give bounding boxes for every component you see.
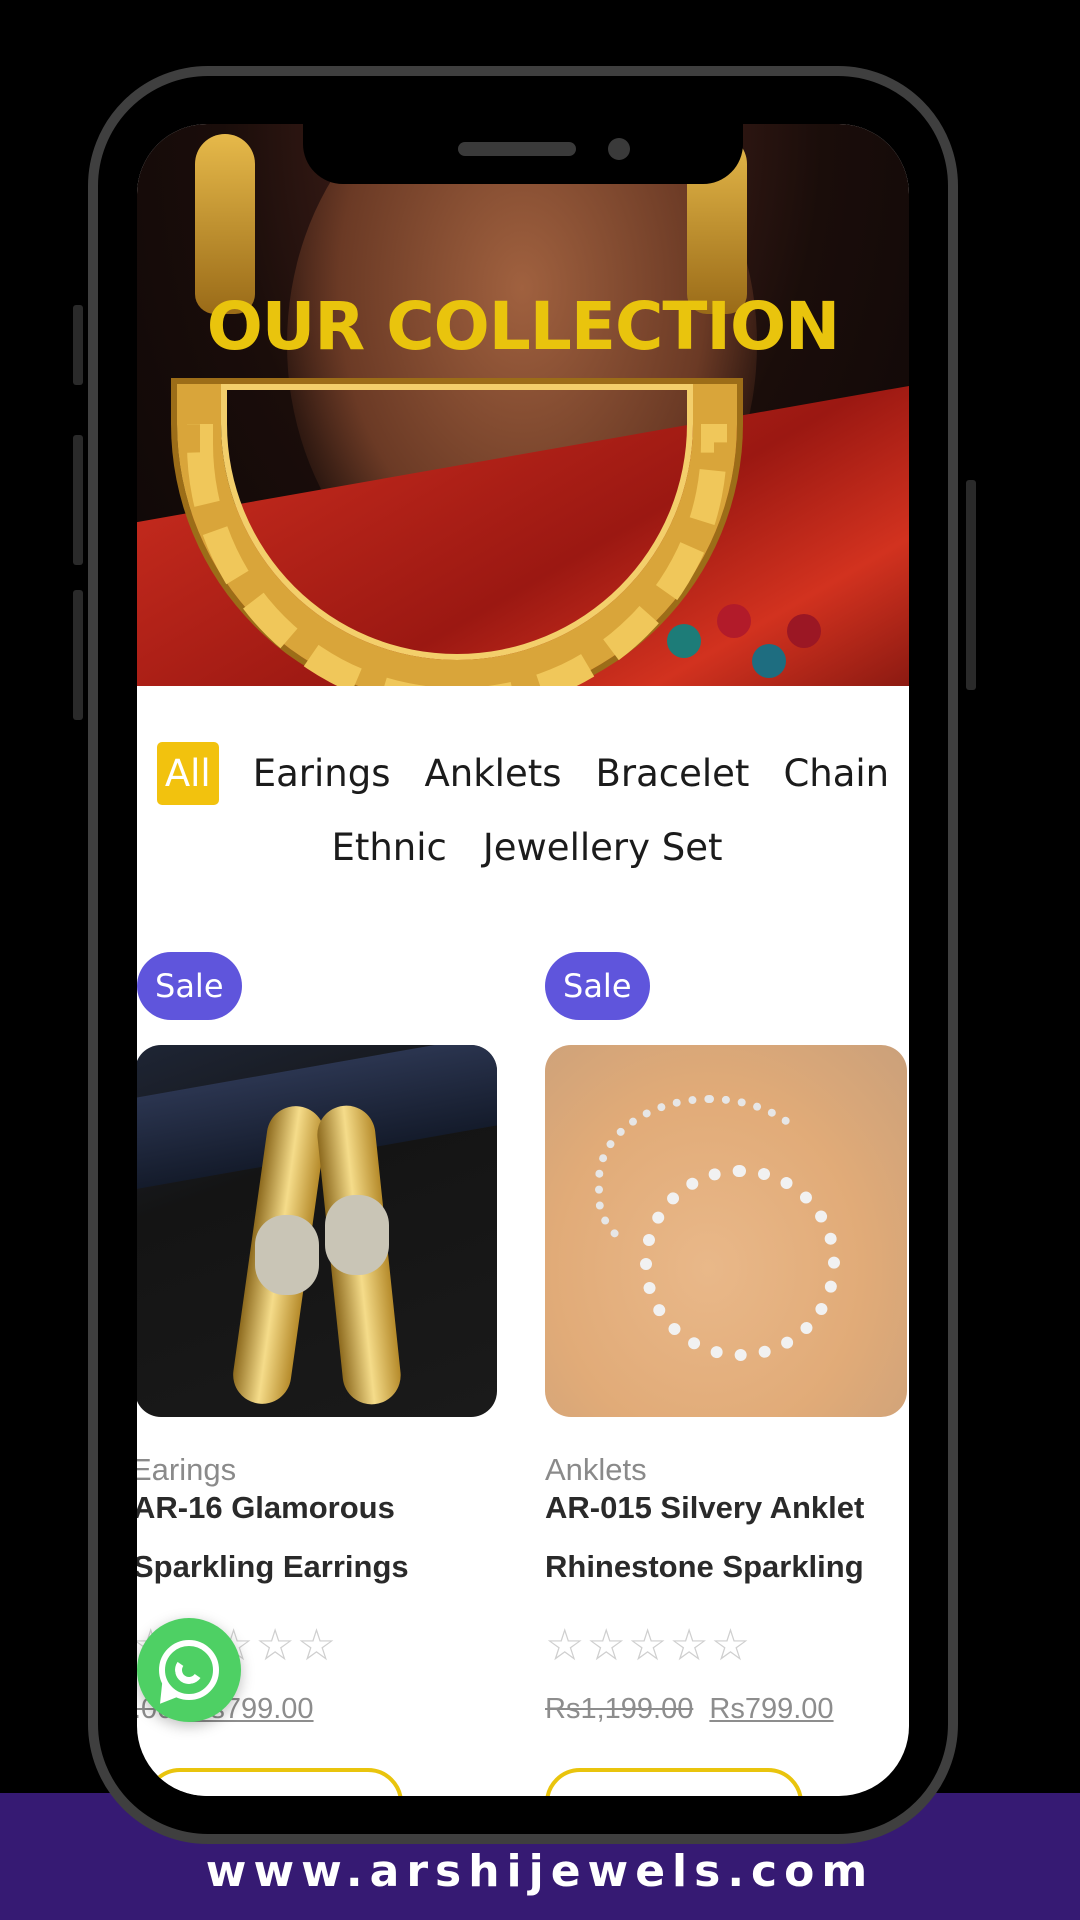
phone-side-button: [73, 590, 83, 720]
filter-anklets[interactable]: Anklets: [424, 755, 561, 792]
add-to-cart-button[interactable]: [145, 1768, 403, 1796]
product-image[interactable]: [545, 1045, 907, 1417]
filter-earings[interactable]: Earings: [253, 755, 391, 792]
earring-glitter: [255, 1215, 319, 1295]
product-name[interactable]: AR-015 Silvery Anklet Rhinestone Sparkli…: [545, 1478, 905, 1596]
gem: [787, 614, 821, 648]
rating-stars: ☆☆☆☆☆: [545, 1621, 753, 1670]
hero-earring-left: [195, 134, 255, 314]
camera-icon: [608, 138, 630, 160]
page-title: OUR COLLECTION: [206, 288, 841, 365]
price-new: Rs799.00: [709, 1693, 834, 1725]
filter-jewellery-set[interactable]: Jewellery Set: [483, 829, 723, 866]
phone-side-button: [73, 305, 83, 385]
phone-screen: OUR COLLECTION All Earings Anklets Brace…: [137, 124, 909, 1796]
product-image[interactable]: [137, 1045, 497, 1417]
phone-power-button: [966, 480, 976, 690]
gem: [752, 644, 786, 678]
phone-notch: [303, 124, 743, 184]
phone-side-button: [73, 435, 83, 565]
product-name-line: AR-015 Silvery Anklet: [545, 1490, 865, 1525]
sale-badge: Sale: [137, 952, 242, 1020]
product-name-line: Rhinestone Sparkling: [545, 1549, 864, 1584]
price-old: Rs1,199.00: [545, 1693, 694, 1725]
product-name-line: Sparkling Earrings: [137, 1549, 409, 1584]
gem: [717, 604, 751, 638]
category-filter-row: Ethnic Jewellery Set: [137, 829, 909, 866]
product-name-line: AR-16 Glamorous: [137, 1490, 395, 1525]
speaker-icon: [458, 142, 576, 156]
product-name[interactable]: AR-16 Glamorous Sparkling Earrings: [137, 1478, 493, 1596]
category-filter-row: All Earings Anklets Bracelet Chain: [137, 742, 909, 805]
site-url: www.arshijewels.com: [205, 1846, 875, 1897]
add-to-cart-button[interactable]: [545, 1768, 803, 1796]
gem: [667, 624, 701, 658]
filter-bracelet[interactable]: Bracelet: [596, 755, 750, 792]
product-price: Rs1,199.00 Rs799.00: [545, 1695, 834, 1724]
hero-gems: [657, 594, 821, 684]
sale-badge: Sale: [545, 952, 650, 1020]
filter-ethnic[interactable]: Ethnic: [331, 829, 446, 866]
earring-glitter: [325, 1195, 389, 1275]
whatsapp-icon[interactable]: [137, 1618, 241, 1722]
filter-all[interactable]: All: [156, 742, 219, 805]
filter-chain[interactable]: Chain: [783, 755, 889, 792]
anklet-ring: [640, 1165, 840, 1361]
hero-banner: OUR COLLECTION: [137, 124, 909, 686]
